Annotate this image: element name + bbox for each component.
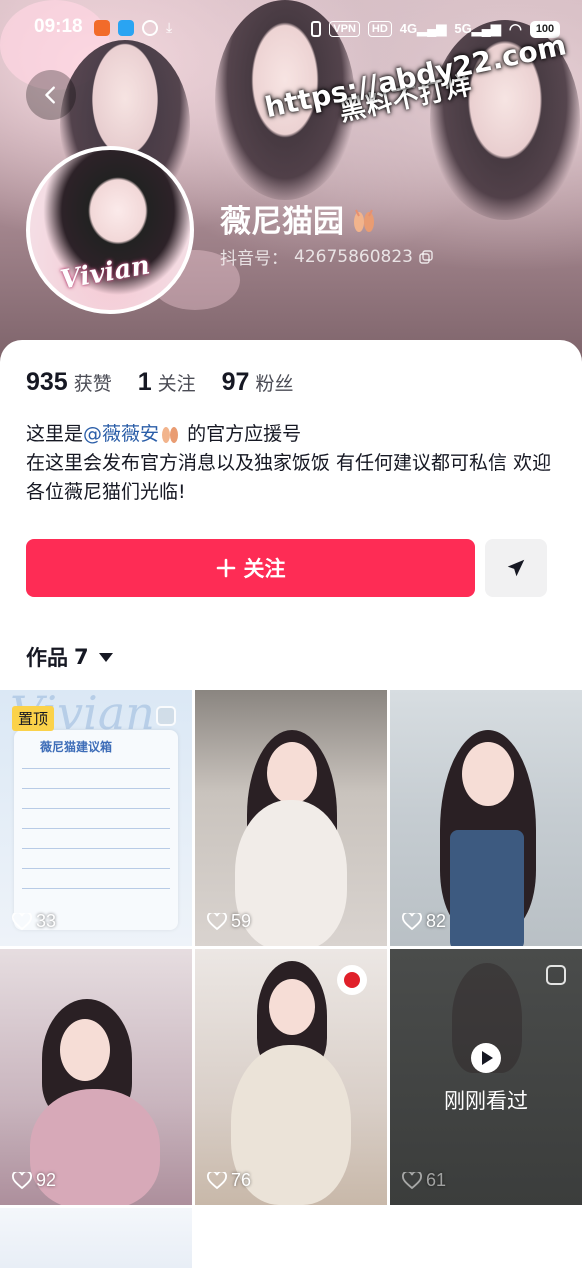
hd-icon: HD	[367, 21, 392, 37]
stat-value: 1	[137, 368, 152, 396]
likes-count: 59	[231, 911, 252, 931]
stat-following[interactable]: 1 关注	[138, 368, 196, 397]
play-icon	[471, 1043, 501, 1073]
select-checkbox[interactable]	[156, 706, 176, 726]
follow-label: 关注	[243, 557, 286, 581]
video-likes: 76	[207, 1170, 251, 1191]
recently-viewed-label: 刚刚看过	[444, 1089, 528, 1113]
wifi-icon: ◠	[508, 21, 522, 38]
heart-icon	[402, 1171, 422, 1189]
recently-viewed-overlay: 刚刚看过	[390, 1043, 582, 1115]
likes-count: 61	[426, 1170, 447, 1190]
video-likes: 33	[12, 911, 56, 932]
mention-link[interactable]: @薇薇安	[83, 423, 159, 445]
bio-text: 的官方应援号	[181, 423, 302, 445]
vpn-icon: VPN	[329, 21, 360, 37]
video-likes: 92	[12, 1170, 56, 1191]
stat-likes[interactable]: 935 获赞	[26, 368, 112, 397]
video-tile[interactable]: 92	[0, 949, 192, 1205]
tile-person-dress	[450, 830, 524, 946]
back-button[interactable]	[26, 70, 76, 120]
pinned-badge: 置顶	[12, 706, 55, 731]
ballet-shoes-icon	[162, 427, 179, 443]
stat-label: 关注	[157, 373, 196, 395]
ballet-shoes-icon	[354, 209, 374, 232]
stat-label: 获赞	[73, 373, 112, 395]
copy-icon[interactable]	[419, 249, 433, 264]
likes-count: 76	[231, 1170, 252, 1190]
profile-card: 935 获赞 1 关注 97 粉丝 这里是@薇薇安 的官方应援号 在这里会发布官…	[0, 340, 582, 1280]
stat-followers[interactable]: 97 粉丝	[222, 368, 294, 397]
stat-value: 935	[26, 368, 68, 396]
video-tile[interactable]: Vivian 薇尼猫建议箱 置顶 33	[0, 690, 192, 946]
select-checkbox[interactable]	[546, 965, 566, 985]
follow-button[interactable]: 关注	[26, 539, 475, 597]
bio-text: 这里是	[26, 423, 84, 445]
heart-icon	[12, 912, 32, 930]
tile-person-face	[269, 979, 315, 1035]
note-line	[22, 768, 170, 769]
tile-person-face	[267, 742, 317, 804]
signal-5g-icon: 5G▂▄▆	[454, 21, 501, 36]
profile-id-value: 42675860823	[294, 246, 413, 267]
heart-icon	[207, 912, 227, 930]
tab-works[interactable]: 作品 7	[26, 642, 113, 672]
profile-name: 薇尼猫园	[220, 196, 378, 241]
stat-label: 粉丝	[255, 373, 294, 395]
bio-line-1: 这里是@薇薇安 的官方应援号	[26, 420, 566, 449]
note-line	[22, 848, 170, 849]
profile-id[interactable]: 抖音号： 42675860823	[220, 244, 433, 269]
likes-count: 92	[36, 1170, 57, 1190]
call-icon	[142, 20, 158, 36]
message-button[interactable]	[485, 539, 547, 597]
profile-bio: 这里是@薇薇安 的官方应援号 在这里会发布官方消息以及独家饭饭 有任何建议都可私…	[26, 420, 566, 507]
tab-works-label: 作品	[26, 646, 68, 670]
heart-icon	[12, 1171, 32, 1189]
chevron-left-icon	[45, 86, 55, 104]
video-likes: 61	[402, 1170, 446, 1191]
profile-id-label: 抖音号：	[220, 249, 288, 269]
note-line	[22, 868, 170, 869]
note-line	[22, 828, 170, 829]
profile-name-text: 薇尼猫园	[220, 204, 344, 240]
video-grid: Vivian 薇尼猫建议箱 置顶 33 59 82 92 76 刚刚看过 61	[0, 690, 582, 1268]
note-line	[22, 888, 170, 889]
likes-count: 82	[426, 911, 447, 931]
download-icon: ⤓	[166, 20, 173, 36]
tile-note-paper	[14, 730, 178, 930]
video-tile[interactable]: 59	[195, 690, 387, 946]
tab-works-count: 7	[74, 645, 89, 669]
likes-count: 33	[36, 911, 57, 931]
avatar-logo-text: Vivian	[58, 250, 153, 296]
tile-person-face	[462, 742, 514, 806]
plus-icon	[216, 558, 235, 578]
stat-value: 97	[221, 368, 250, 396]
video-tile[interactable]: 82	[390, 690, 582, 946]
note-line	[22, 788, 170, 789]
tile-person-dress	[235, 800, 347, 946]
tile-person-face	[60, 1019, 110, 1081]
profile-stats: 935 获赞 1 关注 97 粉丝	[26, 368, 319, 397]
note-line	[22, 808, 170, 809]
caret-down-icon	[98, 652, 113, 662]
system-status-icons: VPN HD 4G▂▄▆ 5G▂▄▆ ◠ 100	[311, 20, 560, 38]
vibrate-icon	[311, 21, 322, 37]
heart-icon	[402, 912, 422, 930]
video-likes: 59	[207, 911, 251, 932]
tile-note-title: 薇尼猫建议箱	[40, 740, 113, 754]
bio-line-2: 在这里会发布官方消息以及独家饭饭 有任何建议都可私信 欢迎各位薇尼猫们光临!	[26, 452, 552, 503]
heart-icon	[207, 1171, 227, 1189]
video-tile[interactable]: 刚刚看过 61	[390, 949, 582, 1205]
video-tile[interactable]: 76	[195, 949, 387, 1205]
send-icon	[507, 559, 525, 577]
apple-sticker-icon	[337, 965, 367, 995]
app-notification-icon	[94, 20, 110, 36]
avatar[interactable]: Vivian	[26, 146, 194, 314]
signal-4g-icon: 4G▂▄▆	[399, 21, 447, 36]
video-likes: 82	[402, 911, 446, 932]
video-tile[interactable]	[0, 1208, 192, 1268]
notification-icons: ⤓	[94, 20, 172, 36]
status-time: 09:18	[34, 16, 83, 37]
app-notification-icon	[118, 20, 134, 36]
